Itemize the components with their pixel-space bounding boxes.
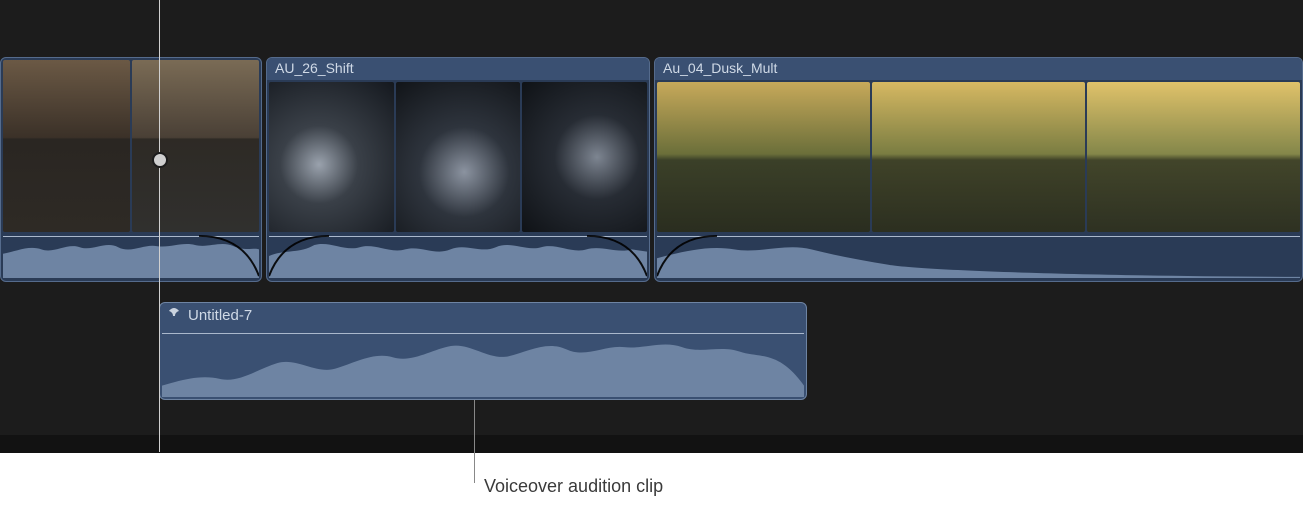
video-clip[interactable]: Au_04_Dusk_Mult bbox=[654, 57, 1303, 282]
video-clip[interactable] bbox=[0, 57, 262, 282]
voiceover-audition-clip[interactable]: Untitled-7 bbox=[159, 302, 807, 400]
audio-clip-label: Untitled-7 bbox=[188, 307, 252, 324]
timeline-spacer bbox=[0, 0, 1303, 57]
timeline-bottom-strip bbox=[0, 435, 1303, 453]
video-clip[interactable]: AU_26_Shift bbox=[266, 57, 650, 282]
clip-thumbnails bbox=[657, 82, 1300, 232]
clip-audio-waveform bbox=[657, 234, 1300, 278]
clip-thumbnails bbox=[3, 60, 259, 232]
clip-thumbnails bbox=[269, 82, 647, 232]
primary-video-track[interactable]: AU_26_Shift bbox=[0, 57, 1303, 282]
clip-label: Au_04_Dusk_Mult bbox=[655, 58, 1302, 80]
clip-audio-waveform bbox=[269, 234, 647, 278]
clip-audio-waveform bbox=[3, 234, 259, 278]
connected-audio-track[interactable]: Untitled-7 bbox=[0, 302, 1303, 400]
clip-label: AU_26_Shift bbox=[267, 58, 649, 80]
callout-label: Voiceover audition clip bbox=[484, 476, 663, 497]
audio-clip-header: Untitled-7 bbox=[160, 303, 806, 327]
callout-leader-line bbox=[474, 400, 475, 483]
audio-clip-waveform bbox=[162, 329, 804, 397]
timeline[interactable]: AU_26_Shift bbox=[0, 0, 1303, 452]
audition-icon bbox=[166, 307, 182, 323]
